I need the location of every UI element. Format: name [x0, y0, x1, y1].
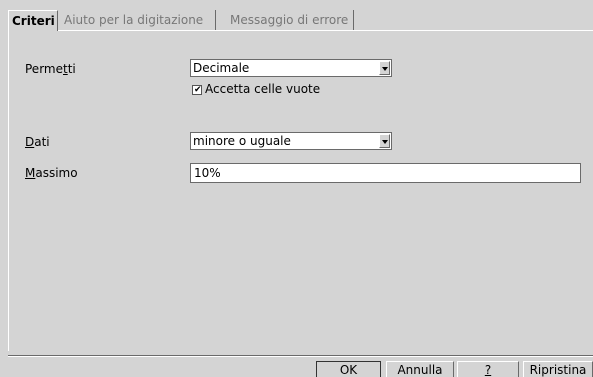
data-dropdown-value: minore o uguale	[193, 134, 291, 148]
tab-divider	[8, 30, 593, 31]
allow-label: Permetti	[25, 62, 76, 76]
allow-empty-cells-label: Accetta celle vuote	[205, 82, 321, 96]
data-dropdown[interactable]: minore o uguale	[190, 132, 392, 150]
maximum-input[interactable]	[191, 164, 580, 182]
maximum-field[interactable]	[190, 163, 581, 183]
chevron-down-icon	[382, 140, 388, 144]
maximum-label: Massimo	[25, 166, 78, 180]
data-label: Dati	[25, 135, 50, 149]
allow-dropdown[interactable]: Decimale	[190, 59, 392, 77]
allow-dropdown-button[interactable]	[379, 61, 390, 75]
data-dropdown-button[interactable]	[379, 134, 390, 148]
tab-criteria[interactable]: Criteri	[8, 10, 58, 31]
cancel-button[interactable]: Annulla	[386, 361, 454, 377]
checkmark-icon: ✔	[194, 85, 202, 95]
bottom-divider-highlight	[8, 356, 593, 357]
ok-button[interactable]: OK	[316, 361, 381, 377]
criteria-panel	[8, 31, 593, 351]
validity-dialog: Criteri Aiuto per la digitazione Messagg…	[0, 0, 593, 377]
chevron-down-icon	[382, 67, 388, 71]
help-button[interactable]: ?	[457, 361, 519, 377]
allow-empty-cells-checkbox[interactable]: ✔	[192, 85, 202, 95]
tab-error-message[interactable]: Messaggio di errore	[216, 10, 354, 30]
reset-button[interactable]: Ripristina	[523, 361, 593, 377]
help-button-label: ?	[484, 363, 492, 377]
allow-dropdown-value: Decimale	[193, 61, 250, 75]
tab-strip: Criteri Aiuto per la digitazione Messagg…	[8, 10, 593, 31]
tab-input-help[interactable]: Aiuto per la digitazione	[58, 10, 216, 30]
